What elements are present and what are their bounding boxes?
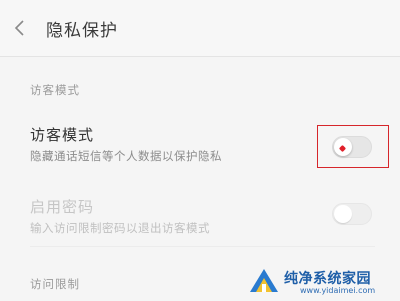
highlight-annotation-box bbox=[317, 125, 389, 168]
back-arrow-icon[interactable] bbox=[12, 16, 28, 40]
watermark-logo-icon bbox=[250, 269, 278, 292]
page-title: 隐私保护 bbox=[46, 21, 118, 41]
enable-password-subtitle: 输入访问限制密码以退出访客模式 bbox=[30, 221, 210, 235]
watermark-url: www.yidaimei.com bbox=[300, 286, 376, 295]
watermark-name: 纯净系统家园 bbox=[284, 271, 371, 287]
enable-password-toggle[interactable] bbox=[332, 203, 372, 225]
visitor-mode-subtitle: 隐藏通话短信等个人数据以保护隐私 bbox=[30, 149, 222, 163]
enable-password-title: 启用密码 bbox=[30, 198, 95, 216]
section-label-access-limit: 访问限制 bbox=[30, 277, 80, 291]
visitor-mode-title: 访客模式 bbox=[30, 126, 95, 144]
section-divider bbox=[30, 246, 375, 247]
toggle-knob bbox=[334, 205, 352, 223]
app-header: 隐私保护 bbox=[0, 0, 400, 57]
section-label-visitor-mode: 访客模式 bbox=[30, 83, 80, 97]
